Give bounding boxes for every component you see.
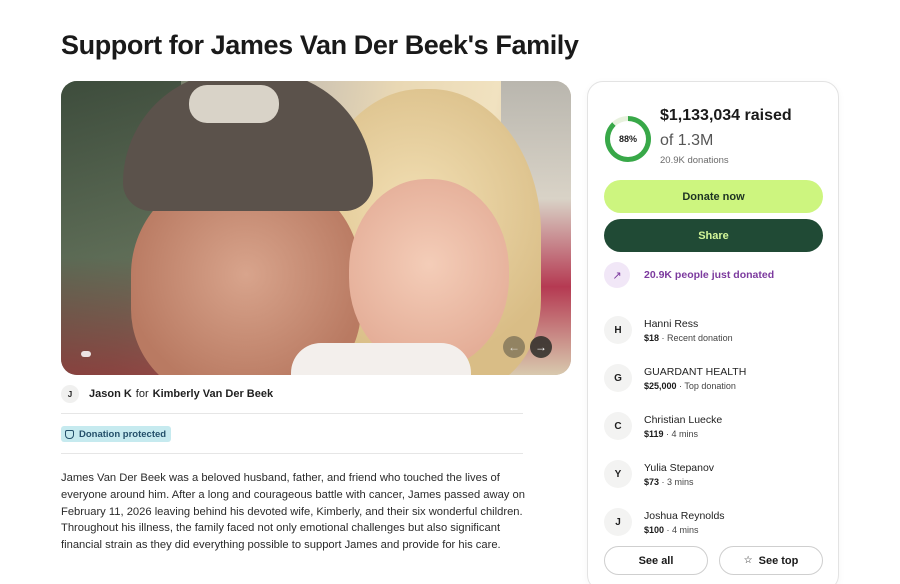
donor-item: C Christian Luecke $119 · 4 mins [604, 402, 834, 450]
see-top-label: See top [758, 554, 799, 567]
carousel-indicator[interactable] [81, 351, 91, 357]
divider [61, 453, 523, 454]
see-top-button[interactable]: ☆ See top [719, 546, 823, 575]
donor-item: Y Yulia Stepanov $73 · 3 mins [604, 450, 834, 498]
shield-icon [65, 429, 74, 439]
donor-avatar: J [604, 508, 632, 536]
organizer-line: J Jason K for Kimberly Van Der Beek [61, 385, 273, 403]
donor-amount: $25,000 [644, 380, 677, 391]
progress-label: 88% [610, 121, 646, 157]
donation-count: 20.9K donations [660, 155, 729, 166]
campaign-story: James Van Der Beek was a beloved husband… [61, 472, 525, 552]
arrow-left-icon: ← [508, 340, 520, 354]
donor-name: Yulia Stepanov [644, 461, 715, 474]
donor-item: H Hanni Ress $18 · Recent donation [604, 306, 834, 354]
organizer-for-text: for [135, 388, 149, 400]
goal-amount: of 1.3M [660, 132, 714, 149]
divider [61, 413, 523, 414]
donor-avatar: C [604, 412, 632, 440]
donor-note: · 4 mins [664, 524, 699, 535]
donor-note: · 4 mins [663, 428, 699, 439]
trend-text: 20.9K people just donated [644, 269, 775, 281]
donor-name: GUARDANT HEALTH [644, 365, 747, 378]
donor-note: · Top donation [676, 380, 736, 391]
donor-note: · Recent donation [659, 332, 733, 343]
donor-amount: $18 [644, 332, 660, 343]
recent-donations-trend: ↗ 20.9K people just donated [604, 262, 774, 288]
donor-avatar: Y [604, 460, 632, 488]
carousel-next-button[interactable]: → [530, 336, 552, 358]
page-title: Support for James Van Der Beek's Family [61, 30, 579, 60]
donor-list: H Hanni Ress $18 · Recent donation G GUA… [604, 306, 834, 546]
organizer-avatar[interactable]: J [61, 385, 79, 403]
donor-item: J Joshua Reynolds $100 · 4 mins [604, 498, 834, 546]
share-button[interactable]: Share [604, 219, 823, 252]
donor-amount: $119 [644, 428, 664, 439]
badge-label: Donation protected [79, 428, 167, 440]
trending-up-icon: ↗ [604, 262, 630, 288]
progress-ring: 88% [605, 116, 651, 162]
donor-item: G GUARDANT HEALTH $25,000 · Top donation [604, 354, 834, 402]
donor-name: Joshua Reynolds [644, 509, 725, 522]
arrow-right-icon: → [535, 340, 547, 354]
donor-amount: $73 [644, 476, 660, 487]
carousel-prev-button[interactable]: ← [503, 336, 525, 358]
photo-shirt [291, 343, 471, 375]
donor-note: · 3 mins [659, 476, 694, 487]
see-all-button[interactable]: See all [604, 546, 708, 575]
organizer-name[interactable]: Jason K [89, 388, 132, 400]
campaign-photo[interactable]: ← → [61, 81, 571, 375]
donate-now-button[interactable]: Donate now [604, 180, 823, 213]
amount-raised: $1,133,034 raised [660, 107, 792, 124]
donation-protected-badge[interactable]: Donation protected [61, 426, 172, 442]
beneficiary-name[interactable]: Kimberly Van Der Beek [153, 388, 273, 400]
donor-avatar: G [604, 364, 632, 392]
donor-amount: $100 [644, 524, 665, 535]
donor-name: Christian Luecke [644, 413, 723, 426]
donor-avatar: H [604, 316, 632, 344]
photo-girl-face [349, 179, 509, 369]
donor-name: Hanni Ress [644, 317, 699, 330]
donation-card: 88% $1,133,034 raised of 1.3M 20.9K dona… [587, 81, 839, 584]
star-icon: ☆ [743, 555, 753, 566]
photo-cap-patch [189, 85, 279, 123]
